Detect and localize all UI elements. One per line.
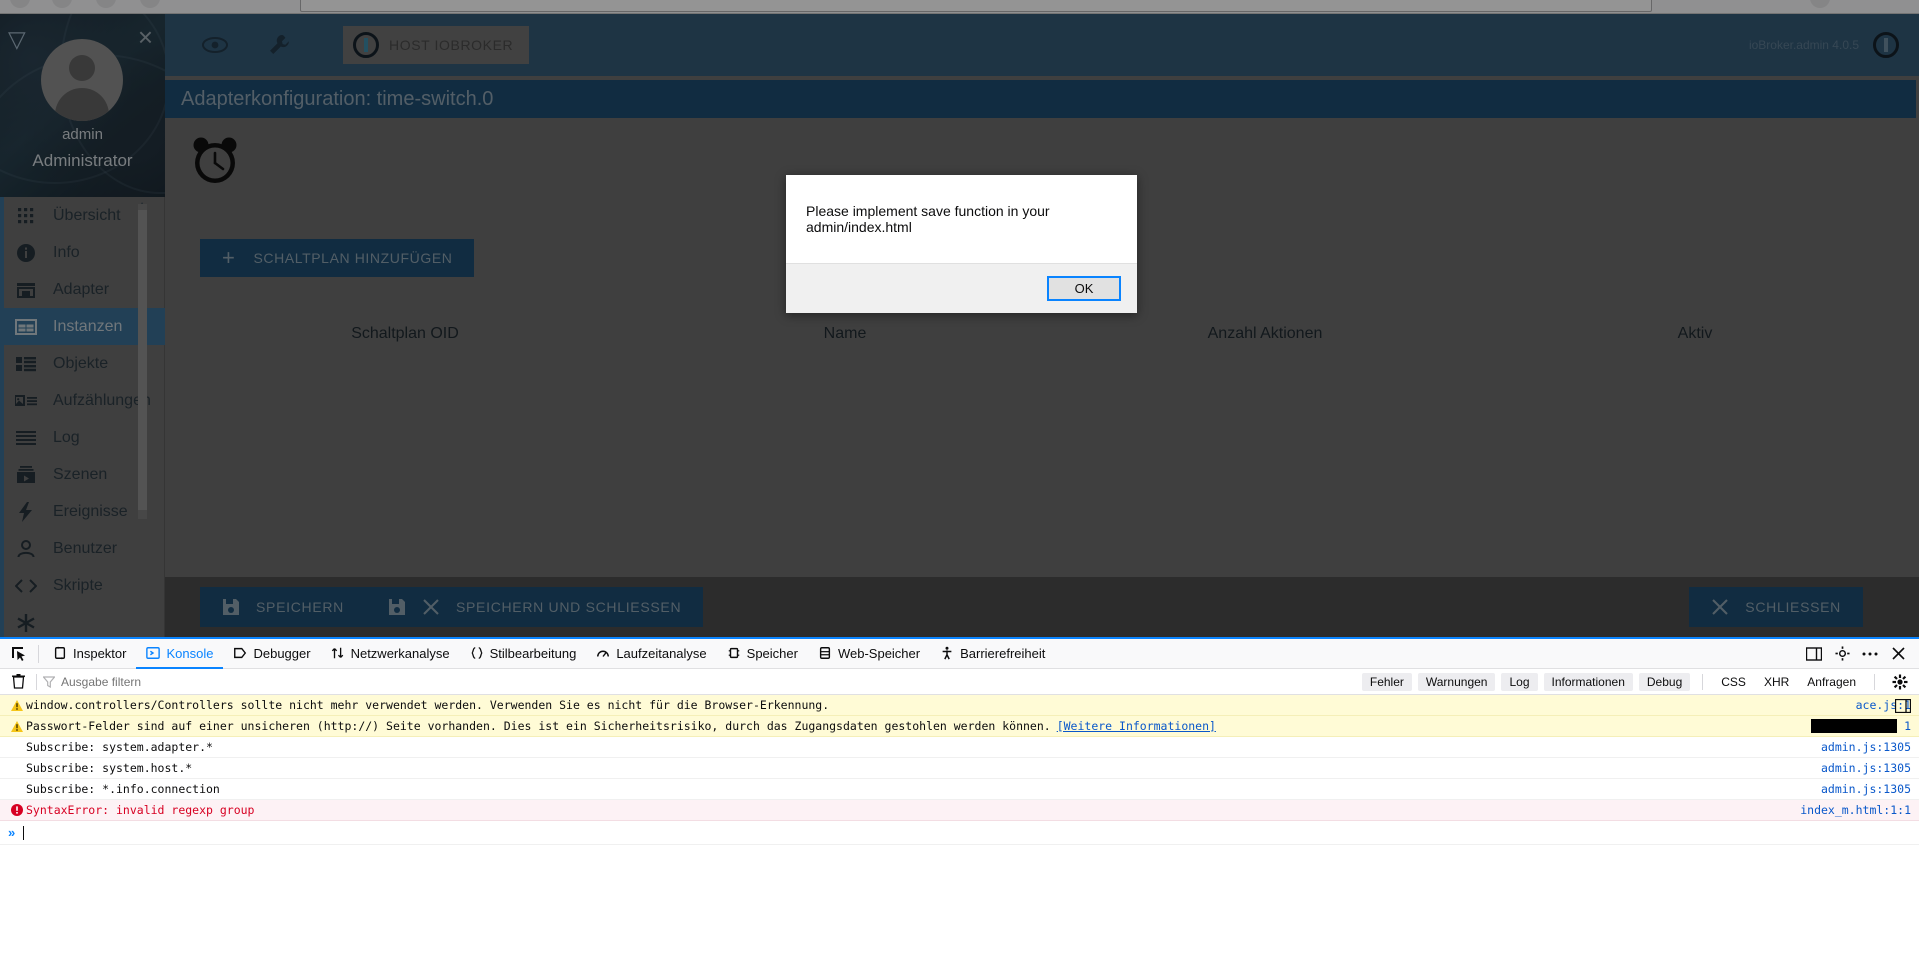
toolbar-divider	[38, 644, 39, 663]
devtools-tab-actions	[1801, 641, 1919, 667]
filter-fehler-button[interactable]: Fehler	[1361, 672, 1412, 691]
performance-icon	[597, 650, 610, 657]
console-message-row[interactable]: Subscribe: system.adapter.* admin.js:130…	[0, 737, 1919, 758]
error-icon	[8, 804, 26, 816]
console-message-source[interactable]: admin.js:1305	[1821, 740, 1911, 754]
console-message-source[interactable]: admin.js:1305	[1821, 761, 1911, 775]
console-message-source[interactable]: 1	[1904, 719, 1911, 733]
tab-laufzeitanalyse[interactable]: Laufzeitanalyse	[586, 639, 716, 669]
tab-inspektor[interactable]: Inspektor	[43, 639, 136, 669]
console-message-row[interactable]: SyntaxError: invalid regexp group index_…	[0, 800, 1919, 821]
tab-barrierefreiheit[interactable]: Barrierefreiheit	[930, 639, 1055, 669]
redacted-source-bar	[1811, 719, 1897, 733]
warning-icon	[8, 720, 26, 732]
tab-speicher[interactable]: Speicher	[717, 639, 808, 669]
console-message-text: Subscribe: *.info.connection	[26, 782, 220, 796]
console-message-text: window.controllers/Controllers sollte ni…	[26, 698, 830, 712]
accessibility-icon	[942, 646, 952, 660]
settings-gear-icon[interactable]	[1829, 641, 1855, 667]
tab-konsole[interactable]: Konsole	[136, 639, 224, 669]
filter-log-button[interactable]: Log	[1501, 672, 1538, 691]
ok-button[interactable]: OK	[1047, 276, 1121, 301]
close-devtools-icon[interactable]	[1885, 641, 1911, 667]
devtools-panel: Inspektor Konsole Debugger Netzwerkanaly…	[0, 637, 1919, 975]
console-input-row[interactable]: »	[0, 698, 1919, 845]
console-settings-icon[interactable]	[1887, 669, 1913, 695]
filter-warnungen-button[interactable]: Warnungen	[1417, 672, 1496, 691]
console-icon	[146, 647, 161, 659]
console-message-text: Subscribe: system.host.*	[26, 761, 193, 775]
console-output: window.controllers/Controllers sollte ni…	[0, 695, 1919, 845]
filter-css-button[interactable]: CSS	[1715, 673, 1752, 691]
console-message-row[interactable]: window.controllers/Controllers sollte ni…	[0, 695, 1919, 716]
dialog-footer: OK	[786, 263, 1137, 313]
toolbar-divider	[36, 673, 37, 690]
inspector-icon	[54, 646, 66, 660]
memory-icon	[728, 647, 739, 659]
console-filter-group	[43, 674, 281, 689]
devtools-tabbar: Inspektor Konsole Debugger Netzwerkanaly…	[0, 639, 1919, 669]
browser-content-area: ▽ × admin Administrator Übersicht Info A…	[0, 0, 1919, 637]
toolbar-divider	[1874, 673, 1875, 690]
tab-label: Barrierefreiheit	[960, 645, 1046, 661]
split-console-icon[interactable]	[1894, 698, 1912, 718]
network-icon	[331, 647, 343, 659]
tab-label: Stilbearbeitung	[489, 645, 577, 661]
console-message-text: Passwort-Felder sind auf einer unsichere…	[26, 719, 1051, 733]
alert-dialog: Please implement save function in your a…	[786, 175, 1137, 313]
text-caret	[23, 825, 25, 840]
tab-debugger[interactable]: Debugger	[223, 639, 320, 669]
filter-icon	[43, 675, 55, 688]
more-options-icon[interactable]	[1857, 641, 1883, 667]
tab-label: Web-Speicher	[837, 645, 921, 661]
tab-label: Netzwerkanalyse	[350, 645, 450, 661]
filter-informationen-button[interactable]: Informationen	[1543, 672, 1633, 691]
console-message-row[interactable]: Subscribe: system.host.* admin.js:1305	[0, 758, 1919, 779]
responsive-design-icon[interactable]	[1801, 641, 1827, 667]
style-editor-icon	[471, 647, 483, 659]
filter-debug-button[interactable]: Debug	[1638, 672, 1691, 691]
console-message-source[interactable]: admin.js:1305	[1821, 782, 1911, 796]
console-message-row[interactable]: Passwort-Felder sind auf einer unsichere…	[0, 716, 1919, 737]
tab-label: Debugger	[253, 645, 311, 661]
console-filter-buttons: Fehler Warnungen Log Informationen Debug…	[1361, 669, 1919, 695]
tab-netzwerkanalyse[interactable]: Netzwerkanalyse	[321, 639, 460, 669]
storage-icon	[819, 647, 831, 659]
console-message-text: Subscribe: system.adapter.*	[26, 740, 213, 754]
tab-label: Inspektor	[73, 645, 127, 661]
dialog-message: Please implement save function in your a…	[806, 203, 1050, 235]
console-message-text: SyntaxError: invalid regexp group	[26, 803, 255, 817]
console-toolbar: Fehler Warnungen Log Informationen Debug…	[0, 669, 1919, 695]
tab-label: Laufzeitanalyse	[616, 645, 707, 661]
filter-anfragen-button[interactable]: Anfragen	[1801, 673, 1862, 691]
warning-icon	[8, 699, 26, 711]
tab-label: Speicher	[746, 645, 798, 661]
tab-stilbearbeitung[interactable]: Stilbearbeitung	[460, 639, 587, 669]
debugger-icon	[234, 647, 247, 659]
toolbar-divider	[1702, 673, 1704, 690]
tab-label: Konsole	[166, 645, 214, 661]
prompt-chevron-icon: »	[8, 825, 16, 840]
console-message-source[interactable]: index_m.html:1:1	[1800, 803, 1911, 817]
tab-web-speicher[interactable]: Web-Speicher	[808, 639, 930, 669]
more-information-link[interactable]: [Weitere Informationen]	[1057, 719, 1216, 733]
console-filter-input[interactable]	[61, 674, 281, 689]
trash-icon[interactable]	[6, 671, 30, 693]
modal-overlay[interactable]	[0, 0, 1919, 637]
filter-xhr-button[interactable]: XHR	[1758, 673, 1795, 691]
console-message-row[interactable]: Subscribe: *.info.connection admin.js:13…	[0, 779, 1919, 800]
element-picker-icon[interactable]	[4, 640, 34, 668]
